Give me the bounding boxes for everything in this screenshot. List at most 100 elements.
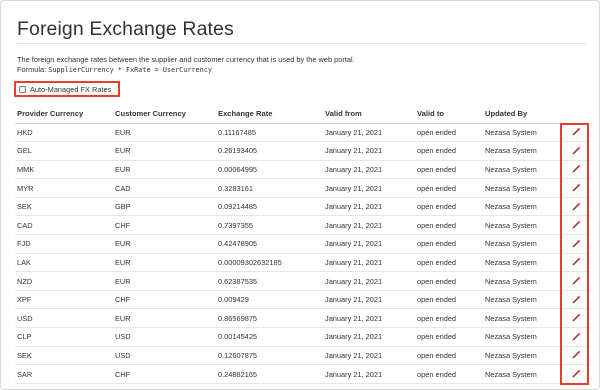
formula-label: Formula: [17, 65, 47, 74]
customer-currency-cell: CHF [115, 290, 218, 310]
pencil-icon [570, 294, 582, 306]
table-row: NZD EUR 0.62387535 January 21, 2021 open end… [15, 271, 590, 291]
customer-currency-cell: EUR [115, 123, 218, 143]
edit-rate-button[interactable] [570, 256, 582, 268]
exchange-rate-cell: 0.42478905 [218, 234, 325, 254]
updated-by-cell: Nezasa System [485, 123, 562, 143]
valid-from-cell: January 21, 2021 [325, 364, 417, 384]
auto-managed-label: Auto-Managed FX Rates [30, 84, 112, 94]
edit-rate-button[interactable] [570, 349, 582, 361]
exchange-rate-cell: 0.3283161 [218, 178, 325, 198]
edit-cell [562, 234, 590, 254]
customer-currency-cell: USD [115, 327, 218, 347]
provider-currency-cell: NZD [15, 271, 115, 291]
table-row: FJD EUR 0.42478905 January 21, 2021 open end… [15, 234, 590, 254]
edit-cell [562, 215, 590, 236]
provider-currency-cell: MMK [15, 160, 115, 180]
valid-to-cell: open ended [417, 346, 485, 366]
exchange-rate-cell: 0.00145425 [218, 327, 325, 347]
edit-cell [562, 327, 590, 347]
updated-by-cell: Nezasa System [485, 215, 562, 236]
edit-cell [562, 253, 590, 273]
pencil-icon [570, 163, 582, 175]
formula-code: SupplierCurrency * FxRate = UserCurrency [48, 66, 212, 74]
table-row: CLP USD 0.00145425 January 21, 2021 open end… [15, 327, 590, 347]
updated-by-cell: Nezasa System [485, 197, 562, 217]
valid-to-cell: open ended [417, 215, 485, 236]
valid-from-cell: January 21, 2021 [325, 271, 417, 291]
provider-currency-cell: SEK [15, 197, 115, 217]
edit-rate-button[interactable] [570, 294, 582, 306]
exchange-rate-cell: 0.009429 [218, 290, 325, 310]
edit-cell [562, 197, 590, 217]
table-row: CAD CHF 0.7397355 January 21, 2021 open ende… [15, 215, 590, 236]
header-updated-by: Updated By [485, 104, 562, 124]
edit-rate-button[interactable] [570, 275, 582, 287]
edit-rate-button[interactable] [570, 145, 582, 157]
provider-currency-cell: GEL [15, 141, 115, 161]
table-row: MYR CAD 0.3283161 January 21, 2021 open ende… [15, 178, 590, 198]
pencil-icon [570, 368, 582, 380]
table-row: MMK EUR 0.00064995 January 21, 2021 open end… [15, 160, 590, 180]
valid-to-cell: open ended [417, 123, 485, 143]
updated-by-cell: Nezasa System [485, 253, 562, 273]
updated-by-cell: Nezasa System [485, 308, 562, 329]
valid-to-cell: open ended [417, 327, 485, 347]
exchange-rate-cell: 0.09214485 [218, 197, 325, 217]
valid-to-cell: open ended [417, 141, 485, 161]
exchange-rate-cell: 0.26193405 [218, 141, 325, 161]
pencil-icon [570, 126, 582, 138]
fx-rates-page: Foreign Exchange Rates The foreign excha… [0, 0, 600, 390]
table-row: GEL EUR 0.26193405 January 21, 2021 open end… [15, 141, 590, 161]
header-provider-currency: Provider Currency [15, 104, 115, 124]
customer-currency-cell: EUR [115, 308, 218, 329]
updated-by-cell: Nezasa System [485, 346, 562, 366]
provider-currency-cell: SAR [15, 364, 115, 384]
pencil-icon [570, 331, 582, 343]
edit-rate-button[interactable] [570, 331, 582, 343]
valid-to-cell: open ended [417, 271, 485, 291]
valid-from-cell: January 21, 2021 [325, 253, 417, 273]
edit-rate-button[interactable] [570, 182, 582, 194]
exchange-rate-cell: 0.62387535 [218, 271, 325, 291]
table-row: XPF CHF 0.009429 January 21, 2021 open ended… [15, 290, 590, 310]
customer-currency-cell: EUR [115, 253, 218, 273]
edit-rate-button[interactable] [570, 238, 582, 250]
updated-by-cell: Nezasa System [485, 234, 562, 254]
exchange-rate-cell: 0.86569875 [218, 308, 325, 329]
customer-currency-cell: USD [115, 346, 218, 366]
valid-from-cell: January 21, 2021 [325, 308, 417, 329]
customer-currency-cell: EUR [115, 234, 218, 254]
auto-managed-checkbox[interactable] [19, 85, 26, 93]
pencil-icon [570, 312, 582, 324]
table-body: HKD EUR 0.11167485 January 21, 2021 open end… [15, 123, 590, 384]
exchange-rate-cell: 0.7397355 [218, 215, 325, 236]
edit-rate-button[interactable] [570, 126, 582, 138]
pencil-icon [570, 182, 582, 194]
valid-to-cell: open ended [417, 364, 485, 384]
valid-from-cell: January 21, 2021 [325, 197, 417, 217]
table-row: SEK GBP 0.09214485 January 21, 2021 open end… [15, 197, 590, 217]
customer-currency-cell: GBP [115, 197, 218, 217]
edit-rate-button[interactable] [570, 312, 582, 324]
fx-rates-table: Provider Currency Customer Currency Exch… [15, 104, 590, 384]
customer-currency-cell: CAD [115, 178, 218, 198]
provider-currency-cell: LAK [15, 253, 115, 273]
valid-to-cell: open ended [417, 197, 485, 217]
table-row: USD EUR 0.86569875 January 21, 2021 open end… [15, 308, 590, 329]
header-valid-to: Valid to [417, 104, 485, 124]
edit-rate-button[interactable] [570, 163, 582, 175]
provider-currency-cell: USD [15, 308, 115, 329]
provider-currency-cell: SEK [15, 346, 115, 366]
edit-cell [562, 346, 590, 366]
valid-from-cell: January 21, 2021 [325, 234, 417, 254]
header-customer-currency: Customer Currency [115, 104, 218, 124]
table-row: HKD EUR 0.11167485 January 21, 2021 open end… [15, 123, 590, 143]
header-actions [562, 104, 590, 124]
edit-rate-button[interactable] [570, 201, 582, 213]
edit-rate-button[interactable] [570, 368, 582, 380]
auto-managed-fx-toggle[interactable]: Auto-Managed FX Rates [14, 81, 120, 97]
provider-currency-cell: MYR [15, 178, 115, 198]
valid-to-cell: open ended [417, 308, 485, 329]
edit-rate-button[interactable] [570, 219, 582, 231]
